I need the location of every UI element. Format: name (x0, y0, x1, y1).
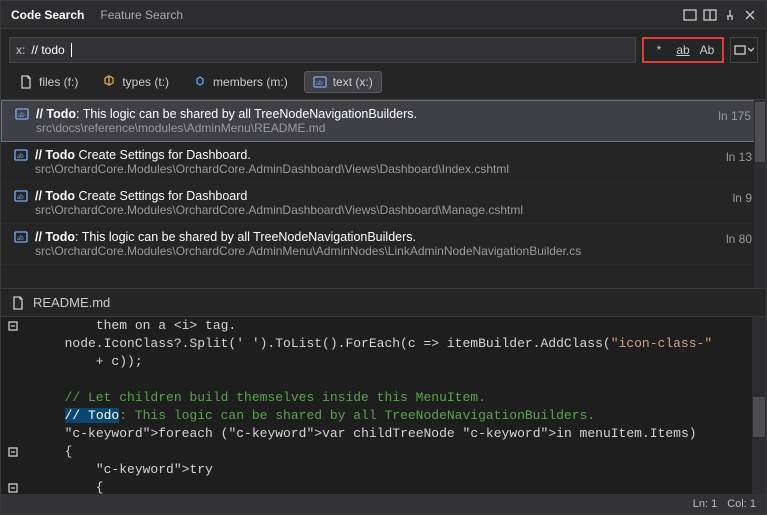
result-item[interactable]: ab // Todo: This logic can be shared by a… (1, 100, 766, 142)
result-path: src\OrchardCore.Modules\OrchardCore.Admi… (13, 203, 754, 217)
code-line: "c-keyword">foreach ("c-keyword">var chi… (49, 425, 752, 443)
search-query-text: // todo (31, 43, 64, 57)
collapse-icon[interactable] (8, 483, 18, 493)
wildcard-button[interactable]: * (648, 40, 670, 60)
collapse-icon[interactable] (8, 447, 18, 457)
result-title: // Todo Create Settings for Dashboard (35, 189, 247, 203)
result-line: ln 13 (726, 150, 752, 164)
file-icon (19, 75, 33, 89)
preview-file-row: README.md (1, 289, 766, 317)
chevron-down-icon (748, 47, 754, 53)
result-title: // Todo: This logic can be shared by all… (35, 230, 416, 244)
scroll-thumb[interactable] (753, 397, 765, 437)
code-line: "c-keyword">try (49, 461, 752, 479)
result-item[interactable]: ab // Todo Create Settings for Dashboard.… (1, 142, 766, 183)
filter-label: types (t:) (122, 75, 169, 89)
result-title: // Todo: This logic can be shared by all… (36, 107, 417, 121)
code-scrollbar[interactable] (752, 317, 766, 494)
text-icon: ab (14, 107, 30, 121)
status-line: Ln: 1 (693, 498, 717, 510)
svg-text:ab: ab (17, 234, 24, 242)
preview-file-name[interactable]: README.md (33, 295, 110, 310)
search-box[interactable]: x: // todo (9, 37, 636, 63)
code-line: { (49, 443, 752, 461)
svg-text:ab: ab (316, 79, 323, 87)
svg-text:ab: ab (17, 152, 24, 160)
text-icon: ab (13, 189, 29, 203)
caret-icon (71, 43, 72, 57)
filter-chip-files[interactable]: files (f:) (11, 72, 86, 92)
result-path: src\docs\reference\modules\AdminMenu\REA… (14, 121, 753, 135)
result-path: src\OrchardCore.Modules\OrchardCore.Admi… (13, 162, 754, 176)
wholeword-button[interactable]: ab (672, 40, 694, 60)
layout-split-icon[interactable] (702, 8, 718, 22)
code-line: { (49, 479, 752, 494)
members-icon (193, 75, 207, 89)
code-line: node.IconClass?.Split(' ').ToList().ForE… (49, 335, 752, 353)
status-col: Col: 1 (727, 498, 756, 510)
filter-chip-members[interactable]: members (m:) (185, 72, 296, 92)
search-options-highlight: * ab Ab (642, 37, 724, 63)
tab-feature-search[interactable]: Feature Search (98, 4, 185, 26)
code-line: // Todo: This logic can be shared by all… (49, 407, 752, 425)
text-icon: ab (13, 148, 29, 162)
code-line: + c)); (49, 353, 752, 371)
result-item[interactable]: ab // Todo Create Settings for Dashboards… (1, 183, 766, 224)
layout-full-icon[interactable] (682, 8, 698, 22)
result-item[interactable]: ab // Todo: This logic can be shared by a… (1, 224, 766, 265)
search-prefix: x: (16, 43, 25, 57)
matchcase-button[interactable]: Ab (696, 40, 718, 60)
results-list: ab // Todo: This logic can be shared by a… (1, 99, 766, 289)
filter-label: members (m:) (213, 75, 288, 89)
svg-text:ab: ab (17, 193, 24, 201)
file-icon (11, 296, 25, 310)
code-line (49, 371, 752, 389)
code-line: them on a <i> tag. (49, 317, 752, 335)
panel-header: Code Search Feature Search (1, 1, 766, 29)
search-input[interactable] (78, 43, 629, 57)
status-bar: Ln: 1 Col: 1 (1, 494, 766, 514)
types-icon (102, 75, 116, 89)
gutter (1, 317, 43, 494)
result-line: ln 175 (718, 109, 751, 123)
results-scrollbar[interactable] (754, 100, 766, 288)
scroll-thumb[interactable] (755, 102, 765, 162)
result-line: ln 80 (726, 232, 752, 246)
code-line: // Let children build themselves inside … (49, 389, 752, 407)
text-icon: ab (13, 230, 29, 244)
code-preview[interactable]: them on a <i> tag. node.IconClass?.Split… (1, 317, 766, 494)
result-path: src\OrchardCore.Modules\OrchardCore.Admi… (13, 244, 754, 258)
pin-icon[interactable] (722, 8, 738, 22)
filter-label: files (f:) (39, 75, 78, 89)
filter-row: files (f:) types (t:) members (m:) ab te… (1, 69, 766, 99)
search-row: x: // todo * ab Ab (1, 29, 766, 69)
filter-chip-types[interactable]: types (t:) (94, 72, 177, 92)
filter-chip-text[interactable]: ab text (x:) (304, 71, 382, 93)
collapse-icon[interactable] (8, 321, 18, 331)
result-title: // Todo Create Settings for Dashboard. (35, 148, 251, 162)
view-dropdown[interactable] (730, 37, 758, 63)
tab-code-search[interactable]: Code Search (9, 4, 86, 26)
result-line: ln 9 (733, 191, 752, 205)
text-icon: ab (313, 75, 327, 89)
svg-text:ab: ab (18, 111, 25, 119)
filter-label: text (x:) (333, 75, 373, 89)
close-icon[interactable] (742, 8, 758, 22)
